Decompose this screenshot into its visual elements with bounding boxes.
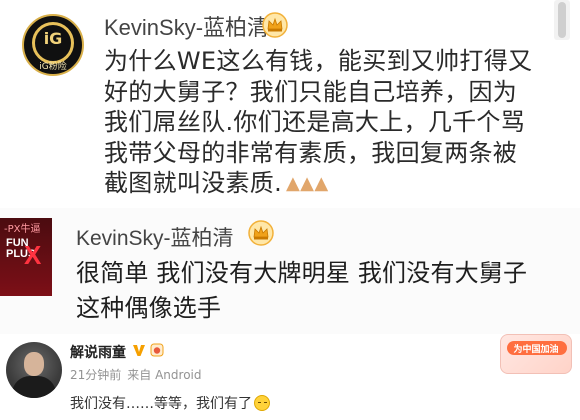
post-text: 为什么WE这么有钱，能买到又帅打得又 好的大舅子？我们只能自己培养，因为 我们屌… [104, 46, 554, 200]
smile-emoji-icon [254, 395, 270, 411]
scrollbar-thumb[interactable] [558, 2, 566, 38]
verified-v-icon [133, 345, 145, 356]
user-avatar[interactable]: iG iG粉险 [22, 14, 84, 76]
avatar-shirt [12, 376, 56, 398]
post-1: iG iG粉险 KevinSky-蓝柏清 为什么WE这么有钱，能买到又帅打得又 … [0, 0, 580, 208]
post-text-line: 很简单 我们没有大牌明星 我们没有大舅子 [76, 259, 528, 287]
clasped-hands-emoji-icon: ▲▲▲ [286, 173, 329, 194]
post-2: -PX牛逼 FUN PLUS X KevinSky-蓝柏清 很简单 我们没有大牌… [0, 208, 580, 334]
comment-text: 我们没有……等等，我们有了 [70, 393, 270, 413]
team-logo-x-icon: X [24, 240, 42, 270]
crown-icon [248, 220, 274, 246]
user-avatar[interactable] [6, 342, 62, 398]
team-logo-icon: iG [43, 29, 63, 48]
post-text-line-last: 截图就叫没素质. ▲▲▲ [104, 168, 554, 200]
post-text-line: 这种偶像选手 [76, 294, 222, 322]
post-text-line: 好的大舅子？我们只能自己培养，因为 [104, 77, 518, 106]
crown-icon [262, 12, 288, 38]
username[interactable]: KevinSky-蓝柏清 [104, 10, 269, 42]
post-text-line: 为什么WE这么有钱，能买到又帅打得又 [104, 47, 533, 75]
avatar-label: iG粉险 [39, 62, 67, 72]
post-3: 解说雨童 21分钟前 来自 Android 我们没有……等等，我们有了 为中国加油 [0, 334, 580, 420]
user-avatar[interactable]: -PX牛逼 FUN PLUS X [0, 218, 52, 296]
post-text: 很简单 我们没有大牌明星 我们没有大舅子 这种偶像选手 [76, 256, 572, 326]
source-client: 来自 Android [127, 368, 202, 382]
promo-label: 为中国加油 [513, 345, 559, 355]
comment-text-body: 我们没有……等等，我们有了 [70, 396, 252, 412]
username[interactable]: 解说雨童 [70, 342, 126, 362]
avatar-top-label: -PX牛逼 [4, 224, 41, 235]
medal-icon [150, 343, 164, 357]
post-meta: 21分钟前 来自 Android [70, 366, 202, 383]
promo-badge[interactable]: 为中国加油 [500, 334, 572, 374]
scrollbar[interactable] [554, 0, 570, 40]
timestamp: 21分钟前 [70, 368, 122, 382]
post-text-segment: 截图就叫没素质. [104, 169, 283, 197]
username[interactable]: KevinSky-蓝柏清 [76, 222, 234, 252]
post-text-line: 我带父母的非常有素质，我回复两条被 [104, 138, 518, 167]
avatar-face [24, 352, 44, 376]
post-text-line: 我们屌丝队.你们还是高大上，几千个骂 [104, 108, 526, 136]
